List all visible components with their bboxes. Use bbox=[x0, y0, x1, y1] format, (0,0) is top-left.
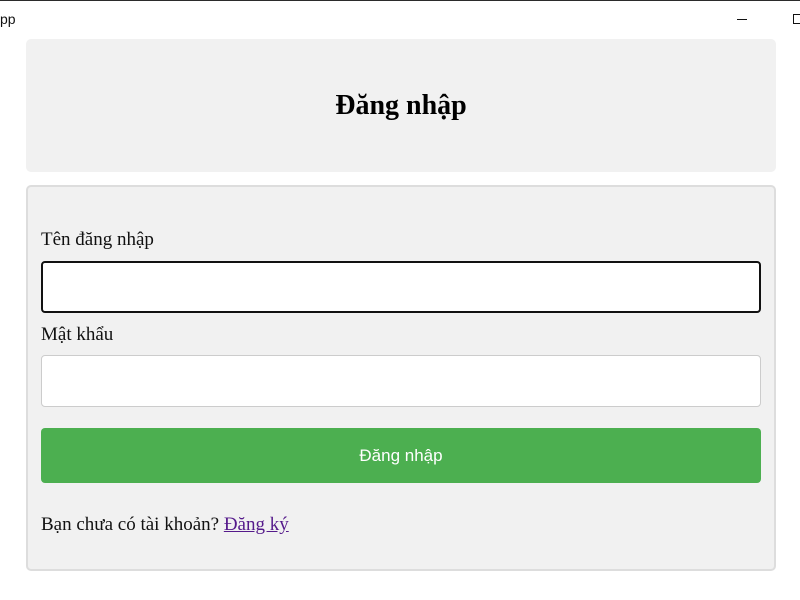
app-window: pp Đăng nhập Tên đăng nhập Mật khẩu Đăng… bbox=[0, 0, 800, 600]
password-input[interactable] bbox=[41, 355, 761, 407]
page-title: Đăng nhập bbox=[335, 89, 467, 121]
signup-link[interactable]: Đăng ký bbox=[224, 514, 289, 535]
title-bar: pp bbox=[0, 1, 800, 37]
signup-row: Bạn chưa có tài khoản? Đăng ký bbox=[41, 514, 289, 536]
username-input[interactable] bbox=[41, 261, 761, 313]
password-label: Mật khẩu bbox=[41, 324, 114, 345]
login-form: Tên đăng nhập Mật khẩu Đăng nhập Bạn chư… bbox=[26, 185, 776, 571]
signup-prompt: Bạn chưa có tài khoản? bbox=[41, 514, 220, 535]
window-title: pp bbox=[0, 11, 16, 27]
minimize-button[interactable] bbox=[730, 7, 754, 31]
username-label: Tên đăng nhập bbox=[41, 229, 154, 250]
header-panel: Đăng nhập bbox=[26, 39, 776, 172]
maximize-icon bbox=[793, 14, 800, 24]
minimize-icon bbox=[737, 18, 747, 20]
maximize-button[interactable] bbox=[786, 7, 800, 31]
login-button[interactable]: Đăng nhập bbox=[41, 428, 761, 483]
